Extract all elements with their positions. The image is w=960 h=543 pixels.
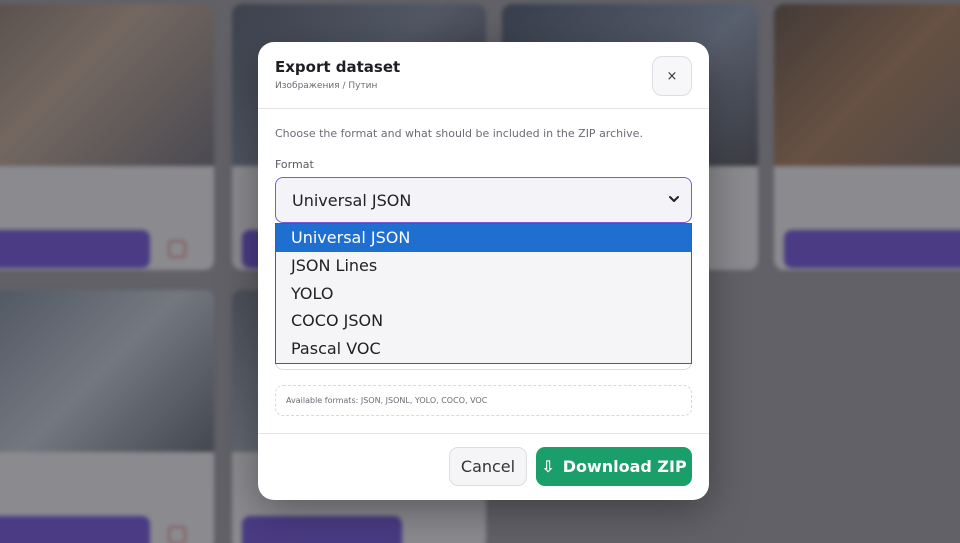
cancel-label: Cancel (460, 457, 516, 476)
dialog-footer-divider (258, 433, 709, 434)
format-select[interactable]: Universal JSON (275, 177, 692, 223)
breadcrumb: Изображения / Путин (275, 81, 378, 91)
format-option[interactable]: Universal JSON (276, 224, 691, 252)
formats-hint: Available formats: JSON, JSONL, YOLO, CO… (275, 385, 692, 416)
format-dropdown-list: Universal JSON JSON Lines YOLO COCO JSON… (275, 223, 692, 364)
download-arrow-icon: ⇩ (541, 457, 555, 476)
format-option[interactable]: YOLO (276, 280, 691, 308)
format-select-value: Universal JSON (292, 191, 412, 210)
format-option[interactable]: Pascal VOC (276, 335, 691, 363)
close-icon: × (666, 68, 678, 84)
cancel-button[interactable]: Cancel (449, 447, 527, 486)
dialog-title: Export dataset (275, 58, 401, 76)
dialog-description: Choose the format and what should be inc… (275, 127, 643, 140)
format-option[interactable]: JSON Lines (276, 252, 691, 280)
download-label: Download ZIP (562, 457, 687, 476)
formats-hint-text: Available formats: JSON, JSONL, YOLO, CO… (286, 396, 488, 405)
chevron-down-icon (669, 196, 679, 202)
close-button[interactable]: × (652, 56, 692, 96)
dialog-header: Export dataset Изображения / Путин × (258, 42, 709, 109)
format-option[interactable]: COCO JSON (276, 307, 691, 335)
download-zip-button[interactable]: ⇩ Download ZIP (536, 447, 692, 486)
format-label: Format (275, 158, 314, 171)
